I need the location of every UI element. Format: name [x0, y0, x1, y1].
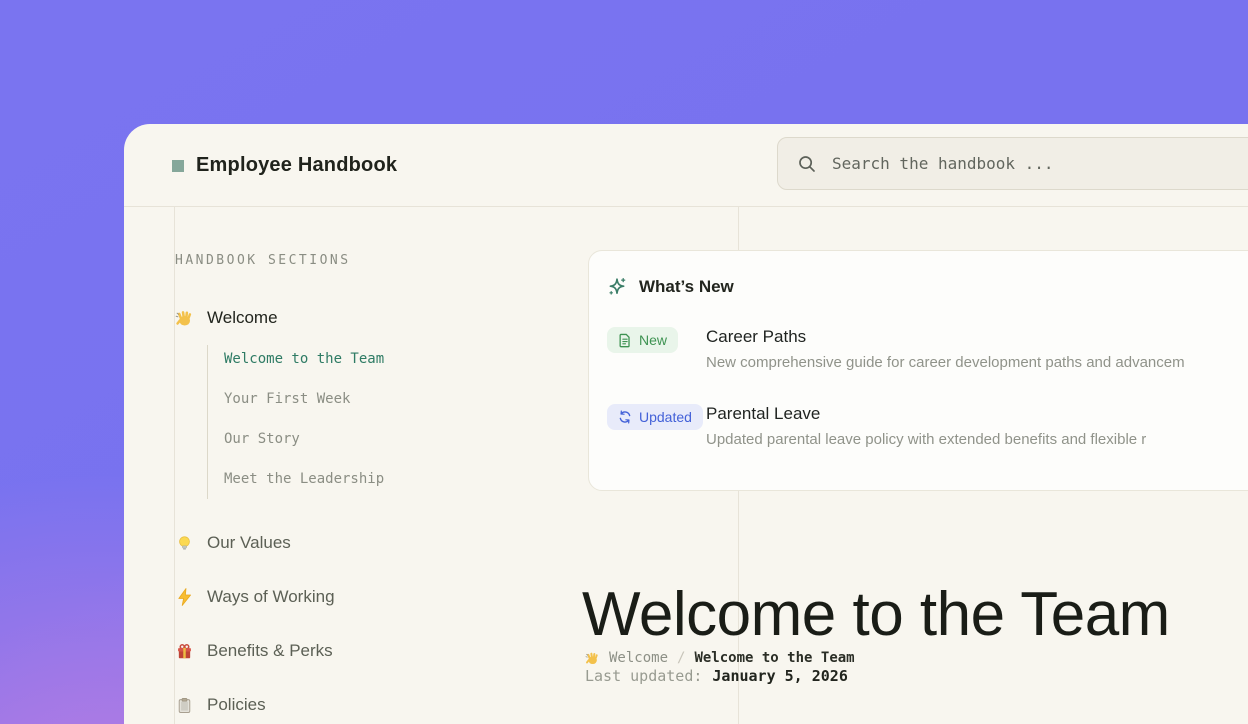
- sidebar-subitem-welcome-to-the-team[interactable]: Welcome to the Team: [224, 351, 564, 367]
- last-updated: Last updated: January 5, 2026: [585, 667, 848, 685]
- whats-new-item-title: Parental Leave: [706, 404, 1146, 424]
- whats-new-card: What’s New New Career Paths New comprehe…: [588, 250, 1248, 491]
- sidebar-subitem-your-first-week[interactable]: Your First Week: [224, 391, 564, 407]
- whats-new-item-description: Updated parental leave policy with exten…: [706, 431, 1146, 448]
- clipboard-icon: [174, 697, 194, 714]
- sidebar-item-benefits-perks[interactable]: Benefits & Perks: [174, 641, 564, 661]
- breadcrumb: Welcome / Welcome to the Team: [585, 650, 855, 666]
- whats-new-item-description: New comprehensive guide for career devel…: [706, 354, 1185, 371]
- page-title: Welcome to the Team: [582, 579, 1170, 650]
- updated-badge: Updated: [607, 404, 703, 430]
- search-box[interactable]: [777, 137, 1248, 190]
- sidebar-item-label: Benefits & Perks: [207, 641, 333, 661]
- sidebar-sublist-welcome: Welcome to the Team Your First Week Our …: [207, 345, 564, 499]
- app-title: Employee Handbook: [196, 154, 397, 177]
- whats-new-item[interactable]: New Career Paths New comprehensive guide…: [607, 327, 1243, 371]
- last-updated-value: January 5, 2026: [712, 667, 847, 685]
- sidebar-item-ways-of-working[interactable]: Ways of Working: [174, 587, 564, 607]
- whats-new-header: What’s New: [607, 277, 1243, 297]
- new-badge: New: [607, 327, 678, 353]
- app-window: Employee Handbook HANDBOOK SECTIONS: [124, 124, 1248, 724]
- logo-square-icon: [172, 160, 184, 172]
- document-icon: [618, 333, 632, 348]
- sidebar-subitem-our-story[interactable]: Our Story: [224, 431, 564, 447]
- whats-new-item[interactable]: Updated Parental Leave Updated parental …: [607, 404, 1243, 448]
- breadcrumb-separator: /: [677, 650, 685, 666]
- sidebar-item-welcome[interactable]: Welcome: [174, 308, 564, 328]
- whats-new-item-title: Career Paths: [706, 327, 1185, 347]
- wave-icon: [585, 651, 600, 666]
- app-header: Employee Handbook: [124, 124, 1248, 207]
- gift-icon: [174, 643, 194, 660]
- sidebar-item-label: Ways of Working: [207, 587, 335, 607]
- whats-new-title: What’s New: [639, 277, 734, 297]
- wave-icon: [174, 309, 194, 328]
- lightning-icon: [174, 588, 194, 606]
- lightbulb-icon: [174, 535, 194, 552]
- last-updated-label: Last updated:: [585, 667, 702, 685]
- sidebar-subitem-meet-the-leadership[interactable]: Meet the Leadership: [224, 471, 564, 487]
- breadcrumb-page: Welcome to the Team: [694, 650, 854, 666]
- desktop-background: { "header": { "app_title": "Employee Han…: [0, 0, 1248, 724]
- sidebar-item-policies[interactable]: Policies: [174, 695, 564, 715]
- sidebar-item-our-values[interactable]: Our Values: [174, 533, 564, 553]
- sidebar-item-label: Policies: [207, 695, 266, 715]
- sidebar: HANDBOOK SECTIONS Wel: [174, 207, 564, 715]
- search-input[interactable]: [832, 154, 1248, 173]
- search-icon: [797, 154, 817, 174]
- refresh-icon: [618, 410, 632, 424]
- breadcrumb-section[interactable]: Welcome: [609, 650, 668, 666]
- sparkle-icon: [607, 277, 627, 297]
- sidebar-item-label: Our Values: [207, 533, 291, 553]
- app-logo: Employee Handbook: [172, 124, 397, 207]
- sidebar-heading: HANDBOOK SECTIONS: [175, 253, 564, 268]
- sidebar-item-label: Welcome: [207, 308, 278, 328]
